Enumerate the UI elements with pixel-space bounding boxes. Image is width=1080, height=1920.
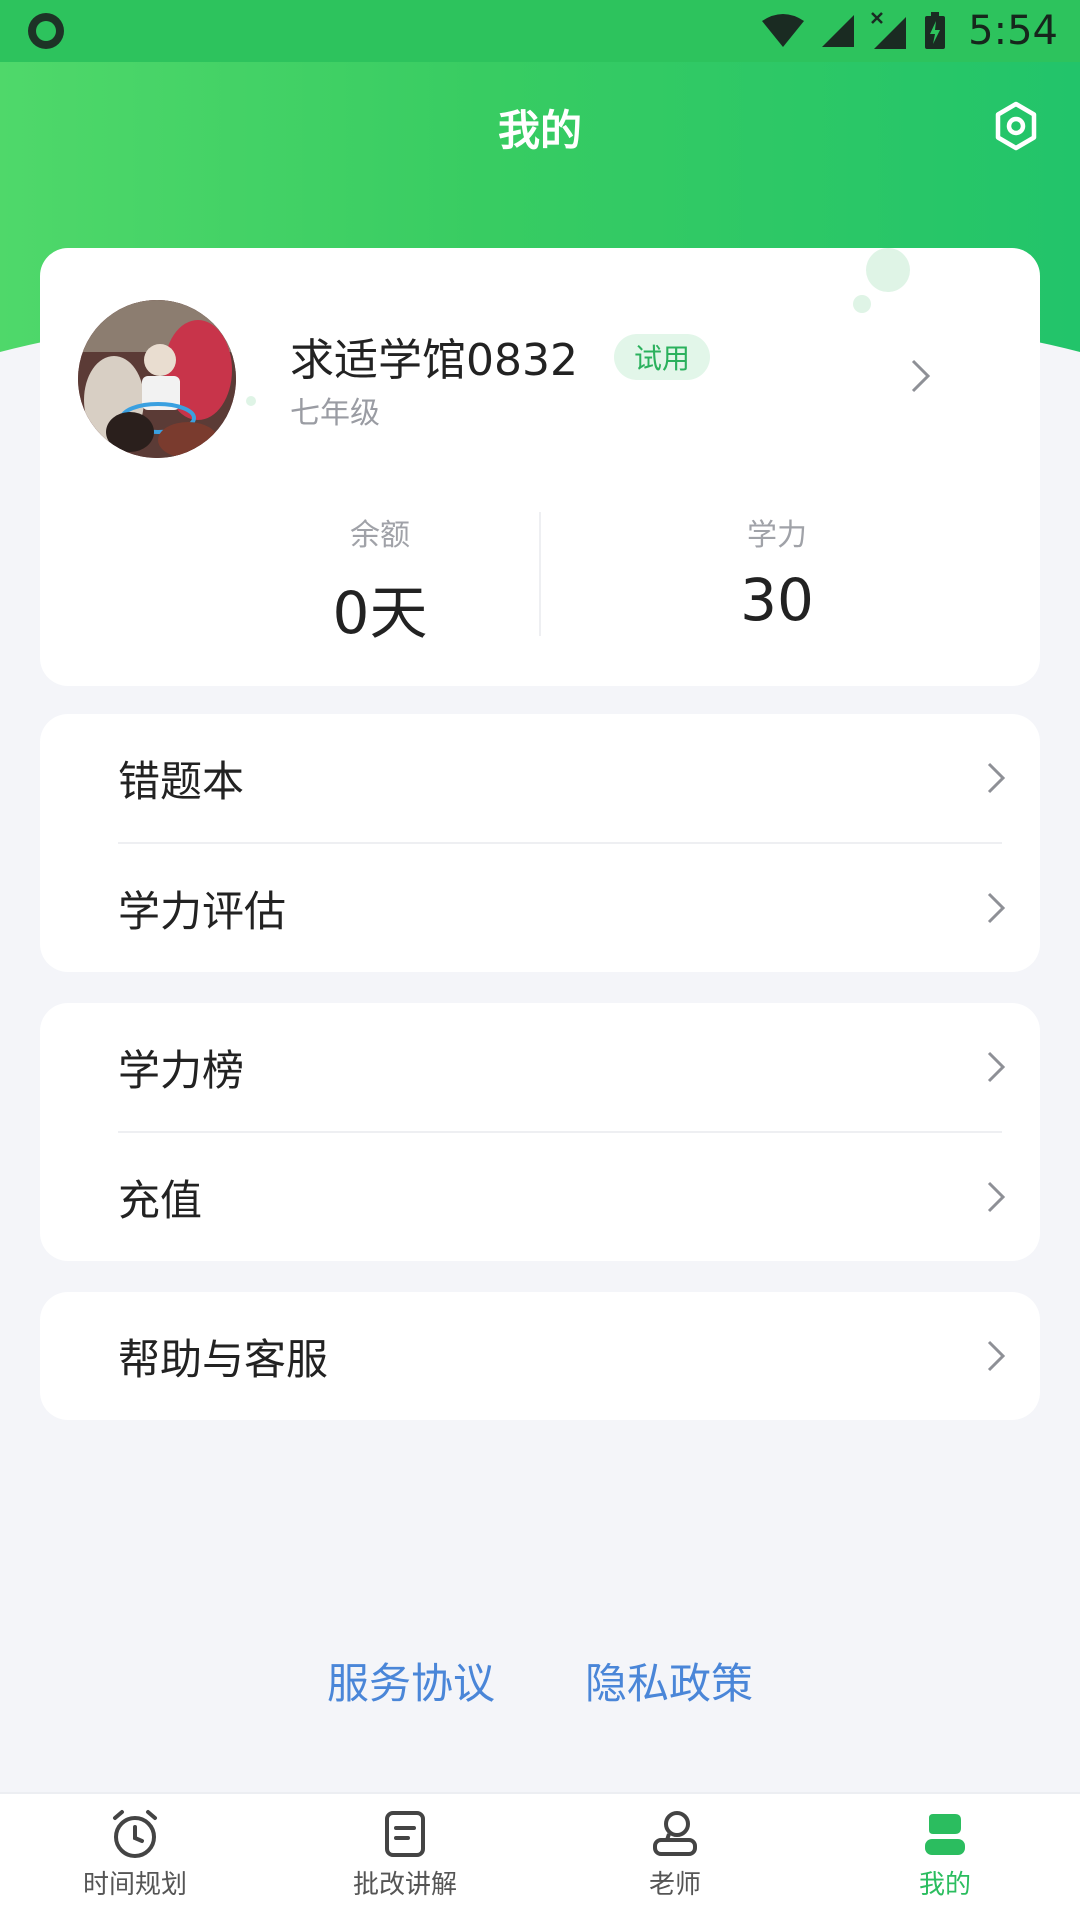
decor-bubble — [246, 396, 256, 406]
bottom-nav: 时间规划 批改讲解 老师 我的 — [0, 1792, 1080, 1920]
teacher-icon — [653, 1811, 697, 1856]
footer-links: 服务协议 隐私政策 — [0, 1650, 1080, 1711]
stat-divider — [539, 512, 541, 636]
screen: 5:54 我的 求适学馆0832 试用 七年级 余额 0天 学力 30 错题本 … — [0, 0, 1080, 1920]
nav-label: 我的 — [918, 1870, 971, 1900]
menu-item-label: 帮助与客服 — [118, 1334, 329, 1384]
alarm-clock-icon — [113, 1810, 157, 1858]
menu-item-recharge[interactable]: 充值 — [40, 1133, 1040, 1261]
stat-learning-power[interactable]: 学力 30 — [627, 510, 927, 634]
menu-item-label: 充值 — [118, 1175, 203, 1225]
menu-item-label: 学力榜 — [118, 1045, 245, 1095]
chevron-right-icon — [911, 359, 931, 393]
profile-grade: 七年级 — [290, 396, 380, 431]
menu-group: 帮助与客服 — [40, 1292, 1040, 1420]
chevron-right-icon — [987, 1181, 1006, 1213]
menu-item-wrong-questions[interactable]: 错题本 — [40, 714, 1040, 842]
menu-item-label: 学力评估 — [118, 886, 287, 936]
stat-value: 0天 — [332, 579, 428, 647]
app-indicator-icon — [28, 13, 64, 49]
stat-value: 30 — [740, 566, 814, 634]
nav-label: 老师 — [648, 1870, 701, 1900]
profile-card[interactable]: 求适学馆0832 试用 七年级 余额 0天 学力 30 — [40, 248, 1040, 686]
settings-button[interactable] — [988, 98, 1044, 154]
decor-bubble — [853, 295, 871, 313]
nav-item-grading[interactable]: 批改讲解 — [270, 1794, 540, 1920]
nav-label: 时间规划 — [82, 1870, 187, 1900]
chevron-right-icon — [987, 1051, 1006, 1083]
chevron-right-icon — [987, 892, 1006, 924]
menu-item-label: 错题本 — [118, 756, 245, 806]
menu-group: 错题本 学力评估 — [40, 714, 1040, 972]
decor-bubble — [866, 248, 910, 292]
service-agreement-link[interactable]: 服务协议 — [327, 1650, 495, 1711]
menu-item-help[interactable]: 帮助与客服 — [40, 1292, 1040, 1420]
stat-balance[interactable]: 余额 0天 — [230, 510, 530, 650]
privacy-policy-link[interactable]: 隐私政策 — [585, 1650, 753, 1711]
status-bar: 5:54 — [0, 0, 1080, 62]
nav-label: 批改讲解 — [352, 1870, 457, 1900]
chevron-right-icon — [987, 762, 1006, 794]
user-icon — [925, 1814, 965, 1855]
gear-icon — [995, 101, 1037, 151]
menu-item-assessment[interactable]: 学力评估 — [40, 844, 1040, 972]
page-title: 我的 — [497, 105, 582, 155]
menu-item-leaderboard[interactable]: 学力榜 — [40, 1003, 1040, 1131]
avatar[interactable] — [78, 300, 236, 458]
profile-name: 求适学馆0832 — [290, 335, 578, 386]
stat-label: 余额 — [350, 518, 410, 553]
wifi-icon — [762, 14, 805, 47]
chevron-right-icon — [987, 1340, 1006, 1372]
cell-signal-off-icon — [871, 12, 907, 49]
battery-icon — [925, 12, 946, 49]
nav-item-schedule[interactable]: 时间规划 — [0, 1794, 270, 1920]
menu-group: 学力榜 充值 — [40, 1003, 1040, 1261]
stat-label: 学力 — [747, 518, 807, 553]
status-time: 5:54 — [968, 8, 1058, 54]
trial-badge: 试用 — [614, 334, 711, 380]
cell-signal-icon — [822, 15, 855, 47]
nav-item-mine[interactable]: 我的 — [810, 1794, 1080, 1920]
document-icon — [385, 1811, 425, 1857]
nav-item-teacher[interactable]: 老师 — [540, 1794, 810, 1920]
